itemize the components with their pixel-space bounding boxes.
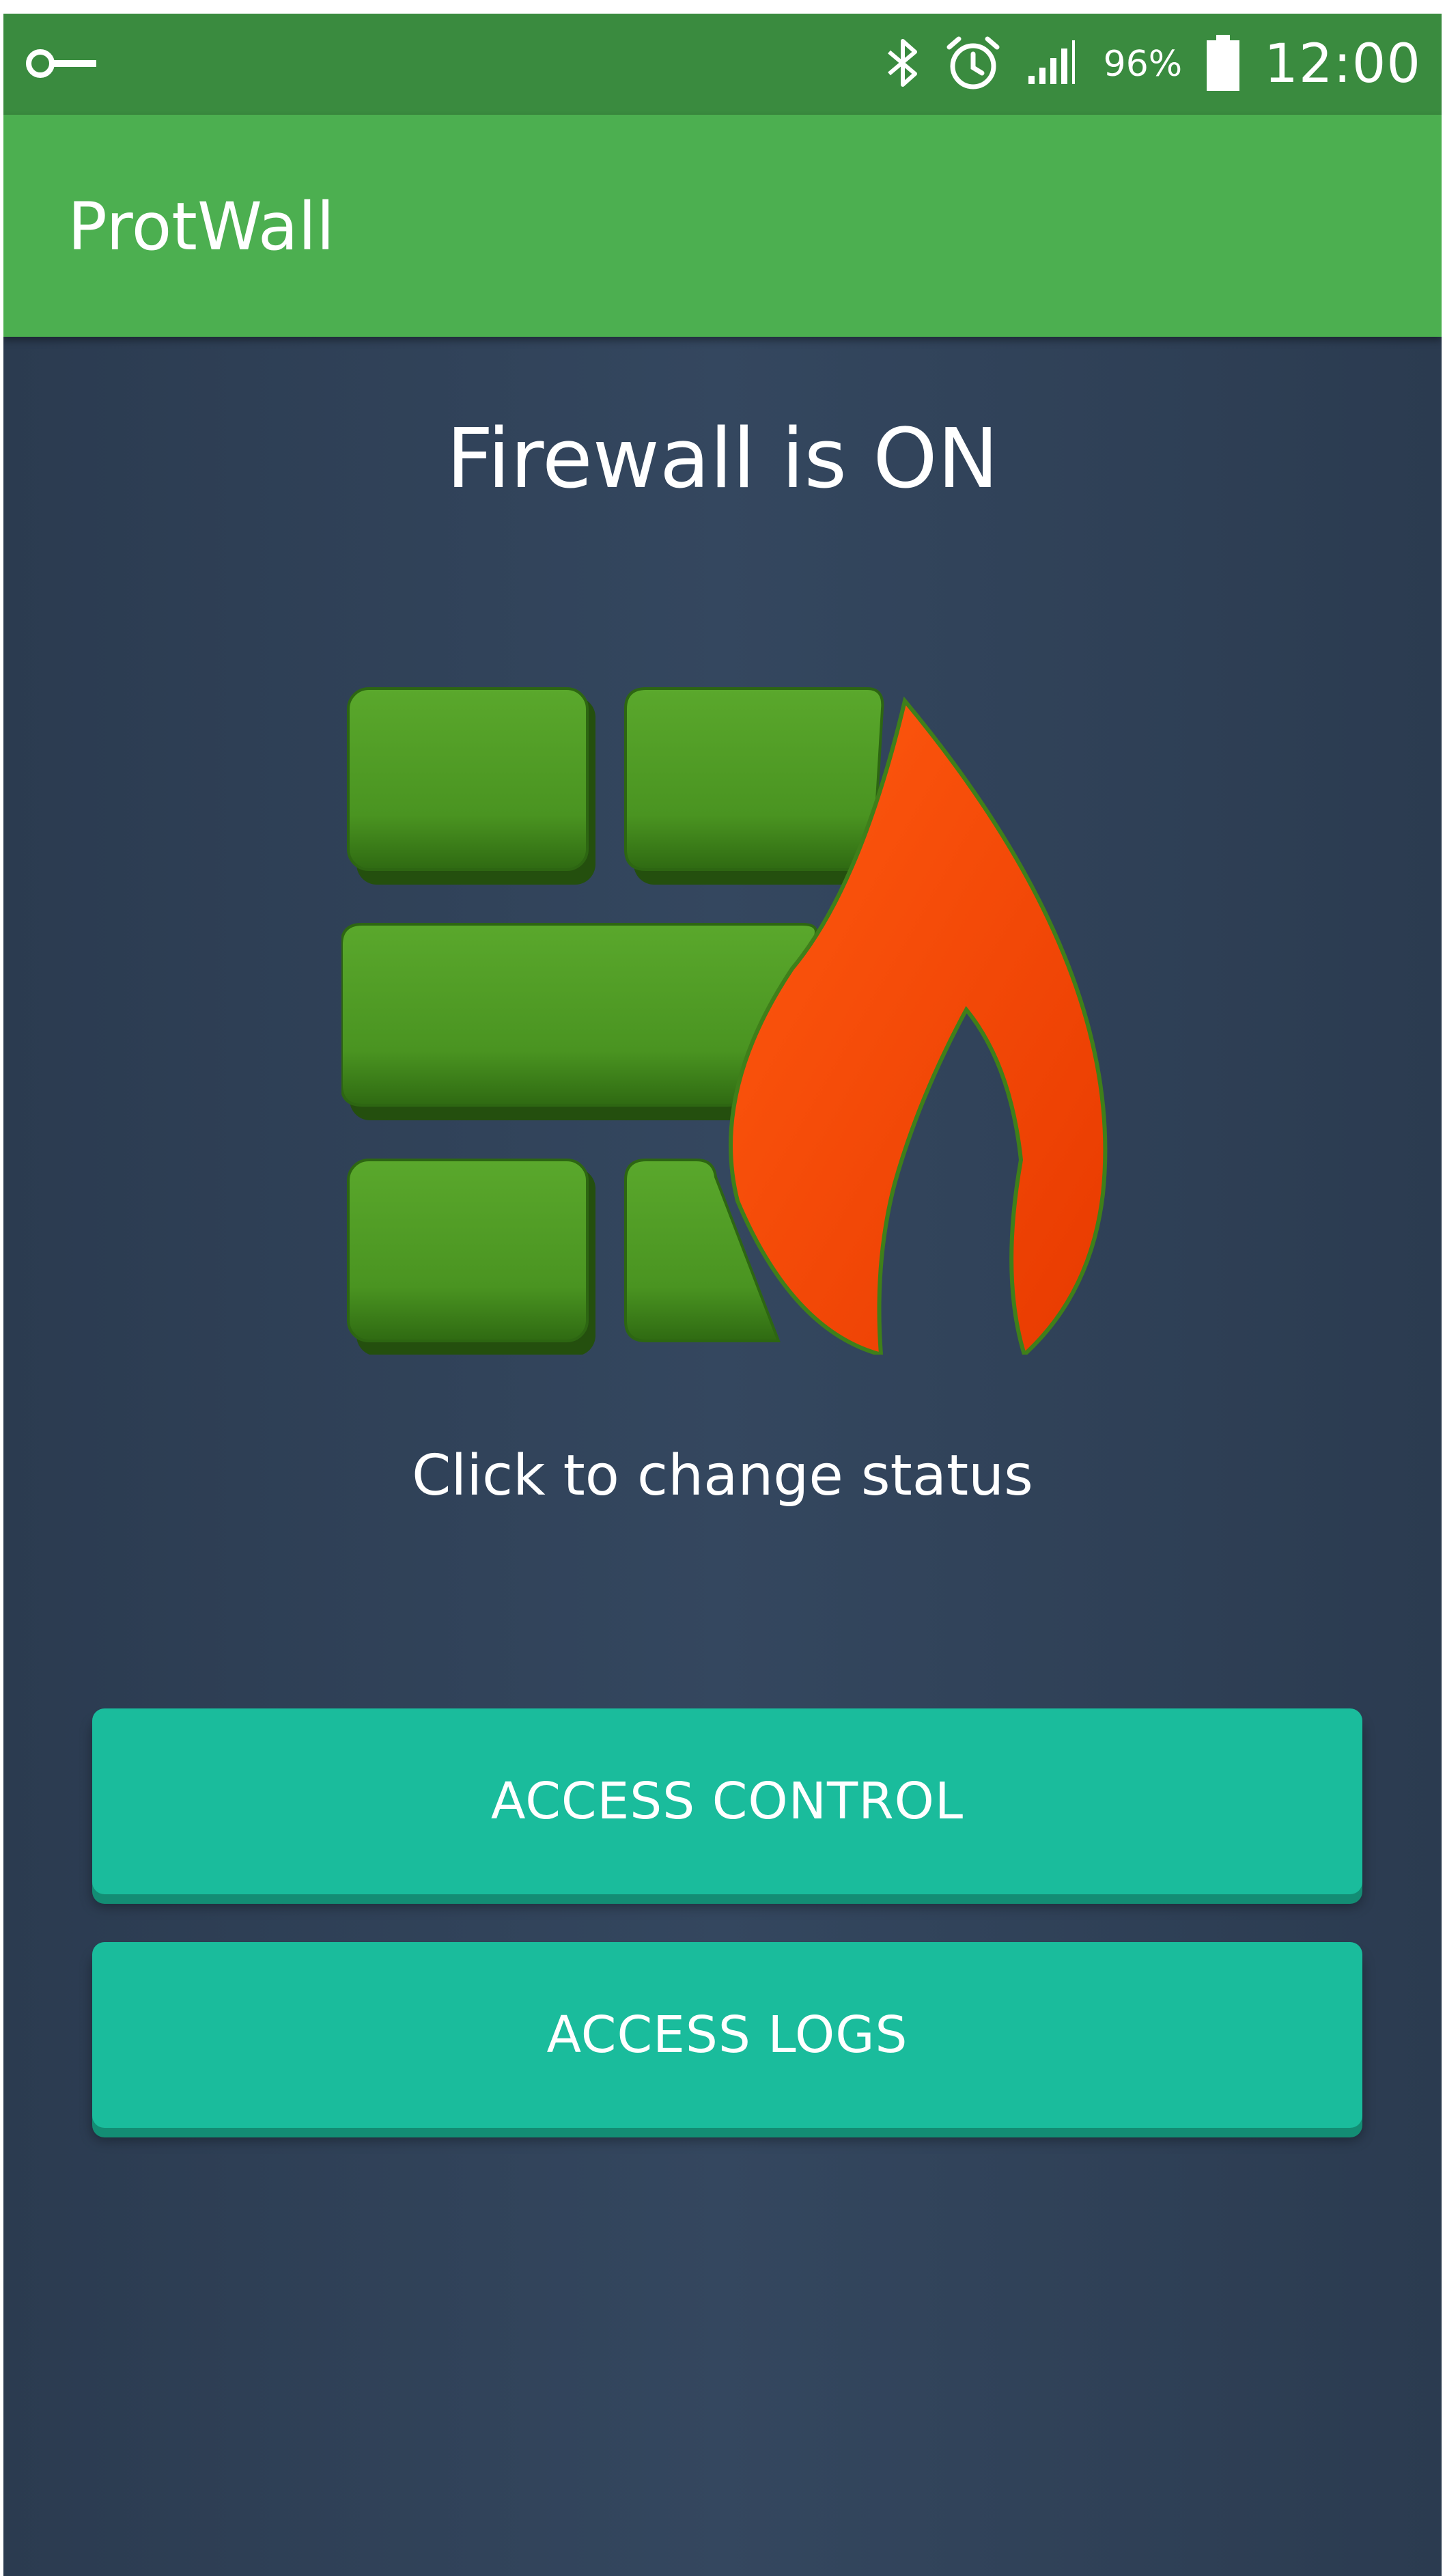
brick-top-left: [347, 687, 589, 871]
access-control-button[interactable]: ACCESS CONTROL: [92, 1708, 1362, 1894]
firewall-status-title: Firewall is ON: [446, 412, 999, 507]
signal-icon: [1026, 39, 1080, 89]
bluetooth-icon: [885, 36, 921, 93]
firewall-logo-icon[interactable]: [340, 682, 1120, 1359]
clock: 12:00: [1264, 33, 1421, 95]
access-logs-button[interactable]: ACCESS LOGS: [92, 1942, 1362, 2128]
change-status-hint: Click to change status: [412, 1443, 1033, 1508]
access-logs-label: ACCESS LOGS: [546, 2006, 908, 2064]
access-control-label: ACCESS CONTROL: [490, 1772, 964, 1831]
main-content: Firewall is ON Click to change status AC…: [3, 337, 1442, 2576]
alarm-icon: [944, 33, 1002, 95]
status-right-icons: 96% 12:00: [885, 29, 1421, 100]
battery-icon: [1205, 33, 1241, 95]
screen: 96% 12:00 ProtWall Firewall is ON Click …: [3, 14, 1442, 2576]
status-left-icons: [25, 41, 100, 89]
brick-bottom-left: [347, 1159, 589, 1342]
key-icon: [25, 49, 100, 81]
brick-top-right: [624, 687, 884, 871]
battery-percent: 96%: [1103, 44, 1183, 85]
app-bar: ProtWall: [3, 115, 1442, 337]
status-bar: 96% 12:00: [3, 14, 1442, 115]
app-title: ProtWall: [68, 189, 335, 265]
